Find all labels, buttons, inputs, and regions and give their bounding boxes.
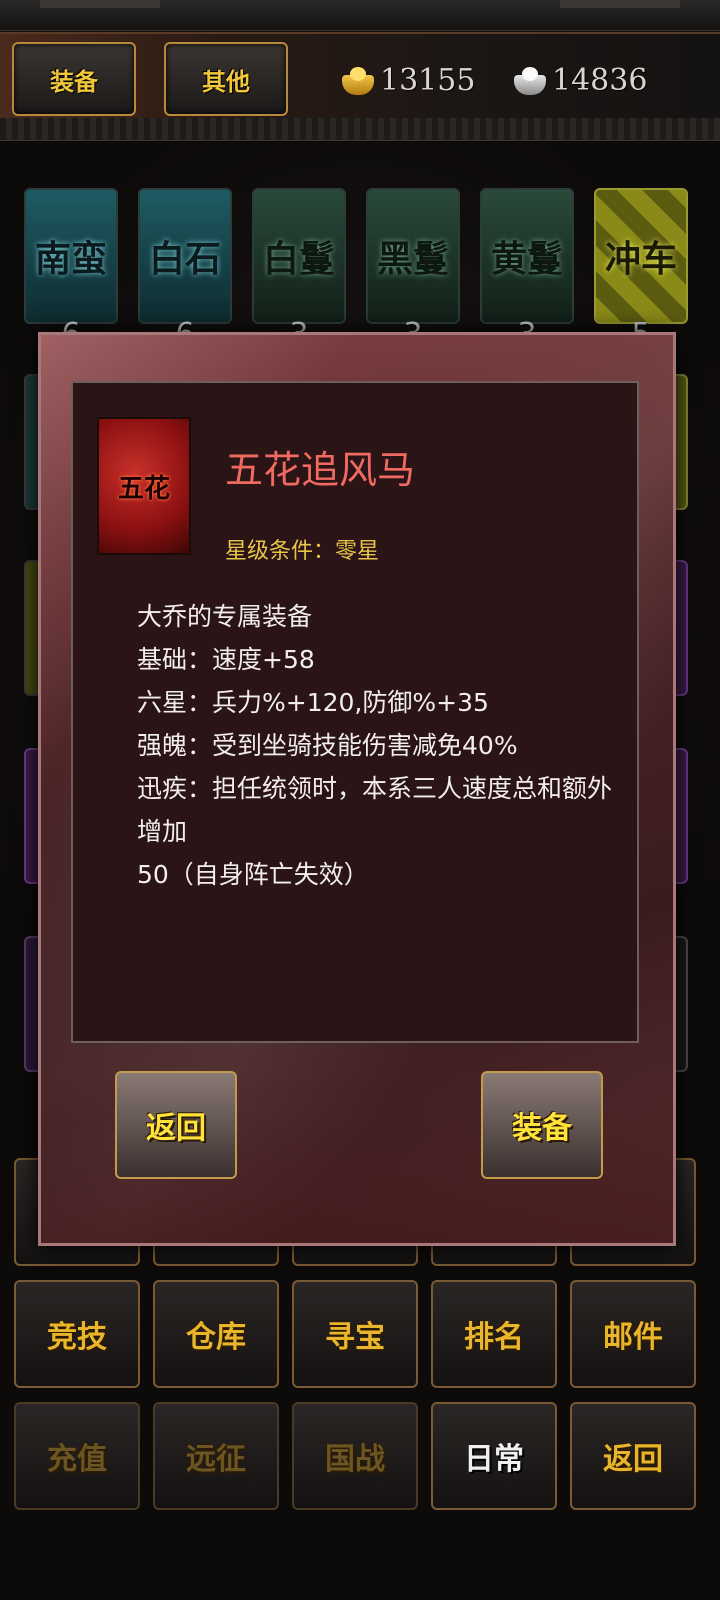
tab-other[interactable]: 其他	[164, 42, 288, 116]
description-line: 六星：兵力%+120,防御%+35	[137, 688, 489, 717]
dialog-equip-button[interactable]: 装备	[481, 1071, 603, 1179]
horse-icon-label: 五花	[117, 473, 170, 504]
menu-button-warehouse[interactable]: 仓库	[153, 1280, 279, 1388]
gold-currency: 13155	[340, 58, 475, 102]
silver-currency: 14836	[512, 58, 647, 102]
menu-button-arena[interactable]: 竞技	[14, 1280, 140, 1388]
tab-equipment[interactable]: 装备	[12, 42, 136, 116]
menu-button-ranking[interactable]: 排名	[431, 1280, 557, 1388]
top-notch	[40, 0, 160, 8]
item-detail-dialog: 五花 五花追风马 星级条件：零星 大乔的专属装备 基础：速度+58 六星：兵力%…	[38, 332, 676, 1246]
menu-button-expedition[interactable]: 远征	[153, 1402, 279, 1510]
menu-button-nation-war[interactable]: 国战	[292, 1402, 418, 1510]
mount-card-label: 黑鬘	[376, 238, 449, 280]
top-notch	[560, 0, 680, 8]
description-line: 强魄：受到坐骑技能伤害减免40%	[137, 731, 518, 760]
top-strip	[0, 0, 720, 31]
mount-card-label: 冲车	[604, 238, 677, 280]
mount-card-label: 黄鬘	[490, 238, 563, 280]
mount-card[interactable]: 冲车 5	[594, 188, 688, 352]
menu-button-daily[interactable]: 日常	[431, 1402, 557, 1510]
mount-card[interactable]: 白石 6	[138, 188, 232, 352]
menu-button-recharge[interactable]: 充值	[14, 1402, 140, 1510]
header-bar: 装备 其他 13155 14836	[0, 32, 720, 120]
mount-card[interactable]: 白鬘 3	[252, 188, 346, 352]
header-divider	[0, 118, 720, 141]
horse-icon: 五花	[97, 417, 191, 555]
mount-card[interactable]: 黄鬘 3	[480, 188, 574, 352]
silver-ingot-icon	[512, 63, 548, 97]
description-line: 迅疾：担任统领时，本系三人速度总和额外增加	[137, 774, 613, 846]
silver-value: 14836	[552, 62, 648, 98]
item-info-panel: 五花 五花追风马 星级条件：零星 大乔的专属装备 基础：速度+58 六星：兵力%…	[71, 381, 639, 1043]
mount-card-label: 白鬘	[262, 238, 335, 280]
menu-button-mail[interactable]: 邮件	[570, 1280, 696, 1388]
item-description: 大乔的专属装备 基础：速度+58 六星：兵力%+120,防御%+35 强魄：受到…	[137, 595, 617, 896]
item-name: 五花追风马	[225, 448, 416, 492]
menu-button-back[interactable]: 返回	[570, 1402, 696, 1510]
description-line: 大乔的专属装备	[137, 602, 313, 631]
mount-card[interactable]: 南蛮 6	[24, 188, 118, 352]
description-line: 50（自身阵亡失效）	[137, 860, 369, 889]
description-line: 基础：速度+58	[137, 645, 315, 674]
mount-card-label: 南蛮	[34, 238, 107, 280]
mount-card[interactable]: 黑鬘 3	[366, 188, 460, 352]
dialog-back-button[interactable]: 返回	[115, 1071, 237, 1179]
star-condition: 星级条件：零星	[225, 539, 380, 564]
gold-ingot-icon	[340, 63, 376, 97]
menu-button-treasure[interactable]: 寻宝	[292, 1280, 418, 1388]
mount-card-label: 白石	[148, 238, 221, 280]
gold-value: 13155	[380, 62, 476, 98]
